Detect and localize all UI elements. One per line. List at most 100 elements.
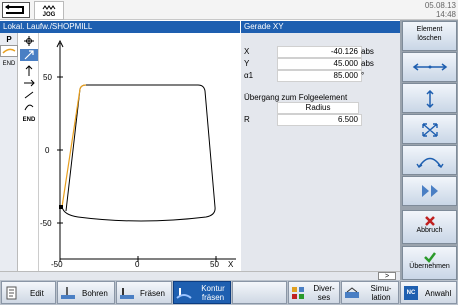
param-unit-angle: °	[361, 71, 365, 80]
y-tick-label: 50	[43, 73, 52, 82]
param-label-angle: α1	[244, 71, 254, 80]
edit-label: Edit	[30, 289, 44, 298]
spacer-key[interactable]	[232, 281, 287, 304]
diagonal-line-tool-2[interactable]	[20, 89, 38, 101]
misc-label-2: ses	[317, 293, 331, 302]
crosshair-icon	[24, 36, 34, 46]
param-value-x[interactable]: -40.126	[277, 46, 362, 58]
arc-tool[interactable]	[20, 101, 38, 113]
misc-grid-icon	[292, 287, 304, 299]
simulation-label-2: lation	[371, 293, 391, 302]
time-text: 14:48	[435, 10, 456, 19]
date-text: 05.08.13	[424, 1, 456, 10]
arc-arrows-icon	[415, 157, 444, 168]
red-x-icon	[424, 216, 435, 226]
arc-icon	[24, 104, 34, 111]
radius-value[interactable]: 6.500	[277, 114, 362, 126]
jog-wave-icon	[42, 5, 56, 10]
param-value-y[interactable]: 45.000	[277, 58, 362, 70]
misc-label-1: Diver-	[313, 284, 335, 293]
contour-mill-button[interactable]: Kontur fräsen	[173, 281, 231, 304]
mill-button[interactable]: Fräsen	[116, 281, 172, 304]
contour-mill-label-1: Kontur	[201, 284, 225, 293]
more-button[interactable]	[402, 176, 457, 206]
contour-mill-label-2: fräsen	[201, 293, 225, 302]
y-tick-label: -50	[40, 219, 52, 228]
vertical-arrow-icon	[25, 65, 33, 76]
plane-label: P	[6, 35, 12, 44]
tangent-button[interactable]	[402, 52, 457, 82]
accept-label: Übernehmen	[409, 263, 450, 270]
horizontal-scroll-strip: >	[0, 271, 400, 280]
cancel-label: Abbruch	[416, 227, 443, 234]
radius-label: R	[244, 115, 250, 124]
edit-button[interactable]: Edit	[1, 281, 56, 304]
mill-icon	[120, 288, 134, 299]
edit-doc-icon	[6, 286, 17, 300]
double-arrow-vertical-icon	[425, 90, 434, 108]
dimension-vertical-button[interactable]	[402, 83, 457, 113]
chain-end-label: END	[2, 61, 16, 67]
curve-element-icon	[2, 48, 16, 54]
horizontal-line-tool[interactable]	[20, 77, 38, 89]
drill-label: Bohren	[82, 289, 108, 298]
drill-button[interactable]: Bohren	[57, 281, 115, 304]
transition-type-select[interactable]: Radius	[277, 102, 359, 114]
horizontal-softkey-bar: Edit Bohren Fräsen Kontur fräsen Diver- …	[0, 280, 458, 305]
diagonal-line-tool[interactable]	[20, 49, 38, 61]
param-unit-y: abs	[361, 59, 374, 68]
x-tick-label: 0	[135, 260, 140, 269]
param-value-angle[interactable]: 85.000	[277, 70, 362, 82]
transition-heading: Übergang zum Folgeelement	[244, 93, 348, 102]
scroll-right-button[interactable]: >	[378, 272, 396, 280]
contour-canvas: 50 0 -50 -50 0 50 X	[40, 39, 236, 269]
datetime: 05.08.13 14:48	[370, 1, 456, 19]
execute-label: Anwahl	[425, 289, 452, 298]
x-tick-label: -50	[51, 260, 63, 269]
simulation-button[interactable]: Simu- lation	[341, 281, 399, 304]
element-title: Gerade XY	[241, 21, 400, 33]
contour-graphic: 50 0 -50 -50 0 50 X	[40, 33, 240, 271]
program-path-title: Lokal. Laufw./SHOPMILL	[0, 21, 240, 33]
x-tick-label: 50	[210, 260, 219, 269]
parameter-panel: X -40.126 abs Y 45.000 abs α1 85.000 ° Ü…	[241, 33, 400, 271]
param-label-y: Y	[244, 59, 250, 68]
expand-arrows-icon	[421, 123, 438, 137]
param-label-x: X	[244, 47, 250, 56]
slant-arrow-icon	[24, 91, 34, 99]
top-bar: JOG 05.08.13 14:48	[0, 0, 458, 20]
return-arrow-icon	[4, 4, 24, 14]
chain-element-line[interactable]	[0, 45, 18, 57]
element-tool-palette: END	[19, 33, 39, 271]
nc-icon: NC	[404, 286, 418, 300]
contour-path	[61, 84, 216, 222]
simulation-icon	[345, 287, 359, 298]
machine-mode-button[interactable]	[2, 2, 30, 18]
contour-chain-panel: P END	[0, 33, 18, 271]
misc-button[interactable]: Diver- ses	[288, 281, 340, 304]
element-delete-button[interactable]: Element löschen	[402, 21, 457, 51]
accept-button[interactable]: Übernehmen	[402, 246, 457, 280]
nc-execute-button[interactable]: NC Anwahl	[400, 281, 457, 304]
jog-mode-indicator: JOG	[34, 1, 64, 20]
mill-label: Fräsen	[140, 289, 165, 298]
simulation-label-1: Simu-	[370, 284, 392, 293]
y-tick-label: 0	[45, 146, 50, 155]
jog-label: JOG	[42, 12, 56, 18]
contour-mill-icon	[176, 288, 192, 299]
vertical-line-tool[interactable]	[20, 65, 38, 77]
dialog-select-button[interactable]	[402, 145, 457, 175]
all-parameters-button[interactable]	[402, 114, 457, 144]
start-point-marker	[59, 205, 63, 209]
cancel-button[interactable]: Abbruch	[402, 210, 457, 244]
drill-icon	[61, 287, 75, 299]
param-unit-x: abs	[361, 47, 374, 56]
end-tool[interactable]: END	[20, 114, 38, 126]
double-chevron-right-icon	[421, 185, 438, 197]
vertical-softkey-bar: Element löschen Abbruch Übernehmen	[400, 20, 458, 280]
crosshair-tool[interactable]	[20, 35, 38, 47]
green-check-icon	[423, 252, 436, 263]
horizontal-arrow-icon	[24, 79, 35, 87]
active-contour-segment	[61, 84, 87, 208]
double-arrow-horizontal-icon	[412, 63, 447, 71]
